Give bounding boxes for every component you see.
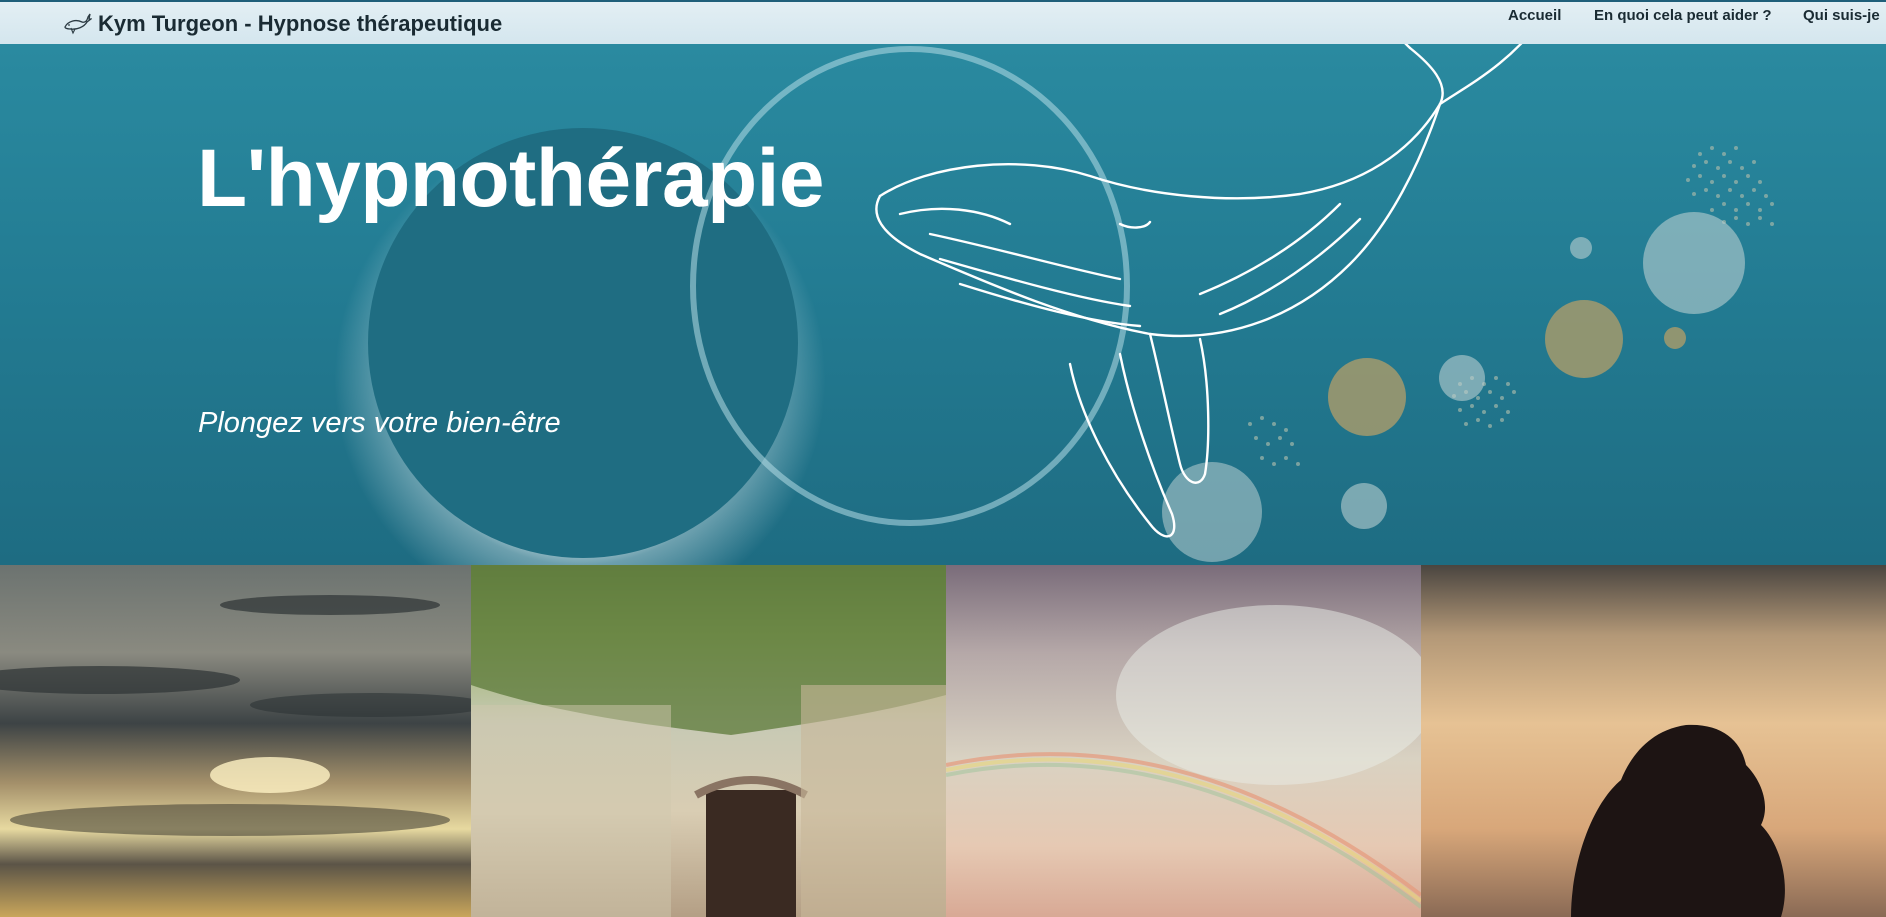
sad-woman-silhouette-artwork [1571,724,1785,917]
hero-banner: L'hypnothérapie Plongez vers votre bien-… [0,44,1886,565]
site-brand[interactable]: Kym Turgeon - Hypnose thérapeutique [62,4,502,44]
site-title: Kym Turgeon - Hypnose thérapeutique [98,11,503,36]
whale-logo-icon [64,13,92,35]
stone-alley-artwork [471,565,946,917]
sunset-clouds-image[interactable] [0,565,471,917]
sunset-clouds-artwork [0,595,471,836]
nav-link-accueil[interactable]: Accueil [1508,7,1561,24]
top-navbar: Kym Turgeon - Hypnose thérapeutique Accu… [0,0,1886,44]
bubble-decoration [1664,327,1686,349]
bubble-decoration [1545,300,1623,378]
rainbow-sky-image[interactable] [946,565,1421,917]
hero-title: L'hypnothérapie [197,133,825,224]
hero-subtitle: Plongez vers votre bien-être [198,407,561,439]
image-gallery [0,565,1886,917]
bubble-decoration [1341,483,1387,529]
nav-link-qui-suis-je[interactable]: Qui suis-je [1803,7,1880,24]
sad-woman-silhouette-image[interactable] [1421,565,1886,917]
rainbow-sky-artwork [946,605,1421,909]
bubble-decoration [1643,212,1745,314]
bubble-decoration [1439,355,1485,401]
nav-link-en-quoi-cela-peut-aider[interactable]: En quoi cela peut aider ? [1594,7,1772,24]
stone-alley-image[interactable] [471,565,946,917]
bubble-decoration [1328,358,1406,436]
bubble-decoration [1570,237,1592,259]
hero-decoration [875,44,1774,562]
bubble-decoration [1162,462,1262,562]
